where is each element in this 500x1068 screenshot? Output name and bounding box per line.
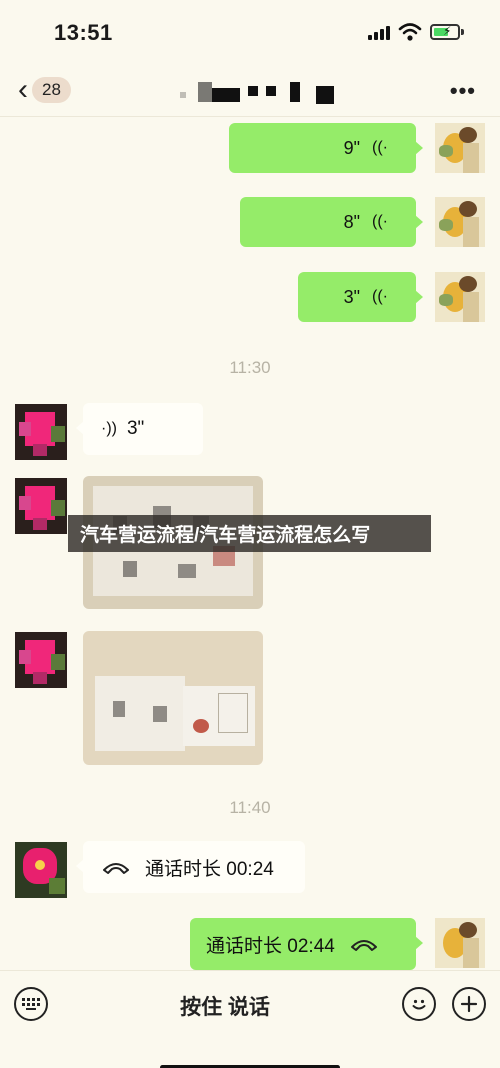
avatar-self[interactable] xyxy=(435,123,485,173)
watermark-banner: 汽车营运流程/汽车营运流程怎么写 xyxy=(68,515,431,552)
voice-wave-icon: ((· xyxy=(372,213,388,230)
voice-wave-icon: ((· xyxy=(372,139,388,156)
chat-header: ‹ 28 ••• xyxy=(0,62,500,117)
call-duration-text: 通话时长 02:44 xyxy=(206,935,335,957)
avatar-contact[interactable] xyxy=(15,632,67,688)
smiley-glyph xyxy=(412,999,426,1010)
avatar-self[interactable] xyxy=(435,918,485,968)
avatar-self[interactable] xyxy=(435,197,485,247)
wifi-icon xyxy=(398,23,422,41)
hold-to-talk-button[interactable]: 按住 说话 xyxy=(150,991,300,1021)
voice-duration: 3" xyxy=(126,418,145,439)
voice-duration: 3" xyxy=(343,286,361,307)
more-icon[interactable]: ••• xyxy=(450,78,476,104)
image-message[interactable] xyxy=(83,631,263,765)
battery-icon: ⚡ xyxy=(430,24,460,40)
time-divider: 11:30 xyxy=(229,358,271,377)
input-bar: 按住 说话 xyxy=(0,970,500,1068)
avatar-contact[interactable] xyxy=(15,404,67,460)
avatar-self[interactable] xyxy=(435,272,485,322)
call-record-out[interactable]: 通话时长 02:44 xyxy=(190,918,423,970)
emoji-icon[interactable] xyxy=(402,987,436,1021)
chevron-left-icon: ‹ xyxy=(18,73,28,106)
status-bar: 13:51 ⚡ xyxy=(0,0,500,62)
plus-icon[interactable] xyxy=(452,987,486,1021)
voice-message-out[interactable]: 9" ((· xyxy=(229,123,423,173)
keyboard-glyph xyxy=(22,998,40,1010)
unread-badge: 28 xyxy=(32,77,71,103)
contact-name-mosaic xyxy=(180,82,336,104)
phone-hangup-icon xyxy=(103,863,129,874)
signal-icon xyxy=(368,26,392,40)
voice-wave-icon: ((· xyxy=(372,288,388,305)
battery-tip xyxy=(461,29,464,35)
time-divider: 11:40 xyxy=(229,798,271,817)
keyboard-icon[interactable] xyxy=(14,987,48,1021)
call-duration-text: 通话时长 00:24 xyxy=(145,858,274,880)
avatar-contact[interactable] xyxy=(15,842,67,898)
plus-glyph xyxy=(460,995,478,1013)
voice-duration: 9" xyxy=(343,137,361,158)
back-button[interactable]: ‹ 28 xyxy=(18,74,84,106)
status-time: 13:51 xyxy=(54,20,113,45)
voice-message-out[interactable]: 3" ((· xyxy=(298,272,423,322)
avatar-contact[interactable] xyxy=(15,478,67,534)
voice-duration: 8" xyxy=(343,211,361,232)
voice-wave-icon: ·)) xyxy=(101,420,117,437)
call-record-in[interactable]: 通话时长 00:24 xyxy=(76,841,305,893)
phone-hangup-icon xyxy=(350,940,377,951)
voice-message-out[interactable]: 8" ((· xyxy=(240,197,423,247)
voice-message-in[interactable]: ·)) 3" xyxy=(76,403,203,455)
